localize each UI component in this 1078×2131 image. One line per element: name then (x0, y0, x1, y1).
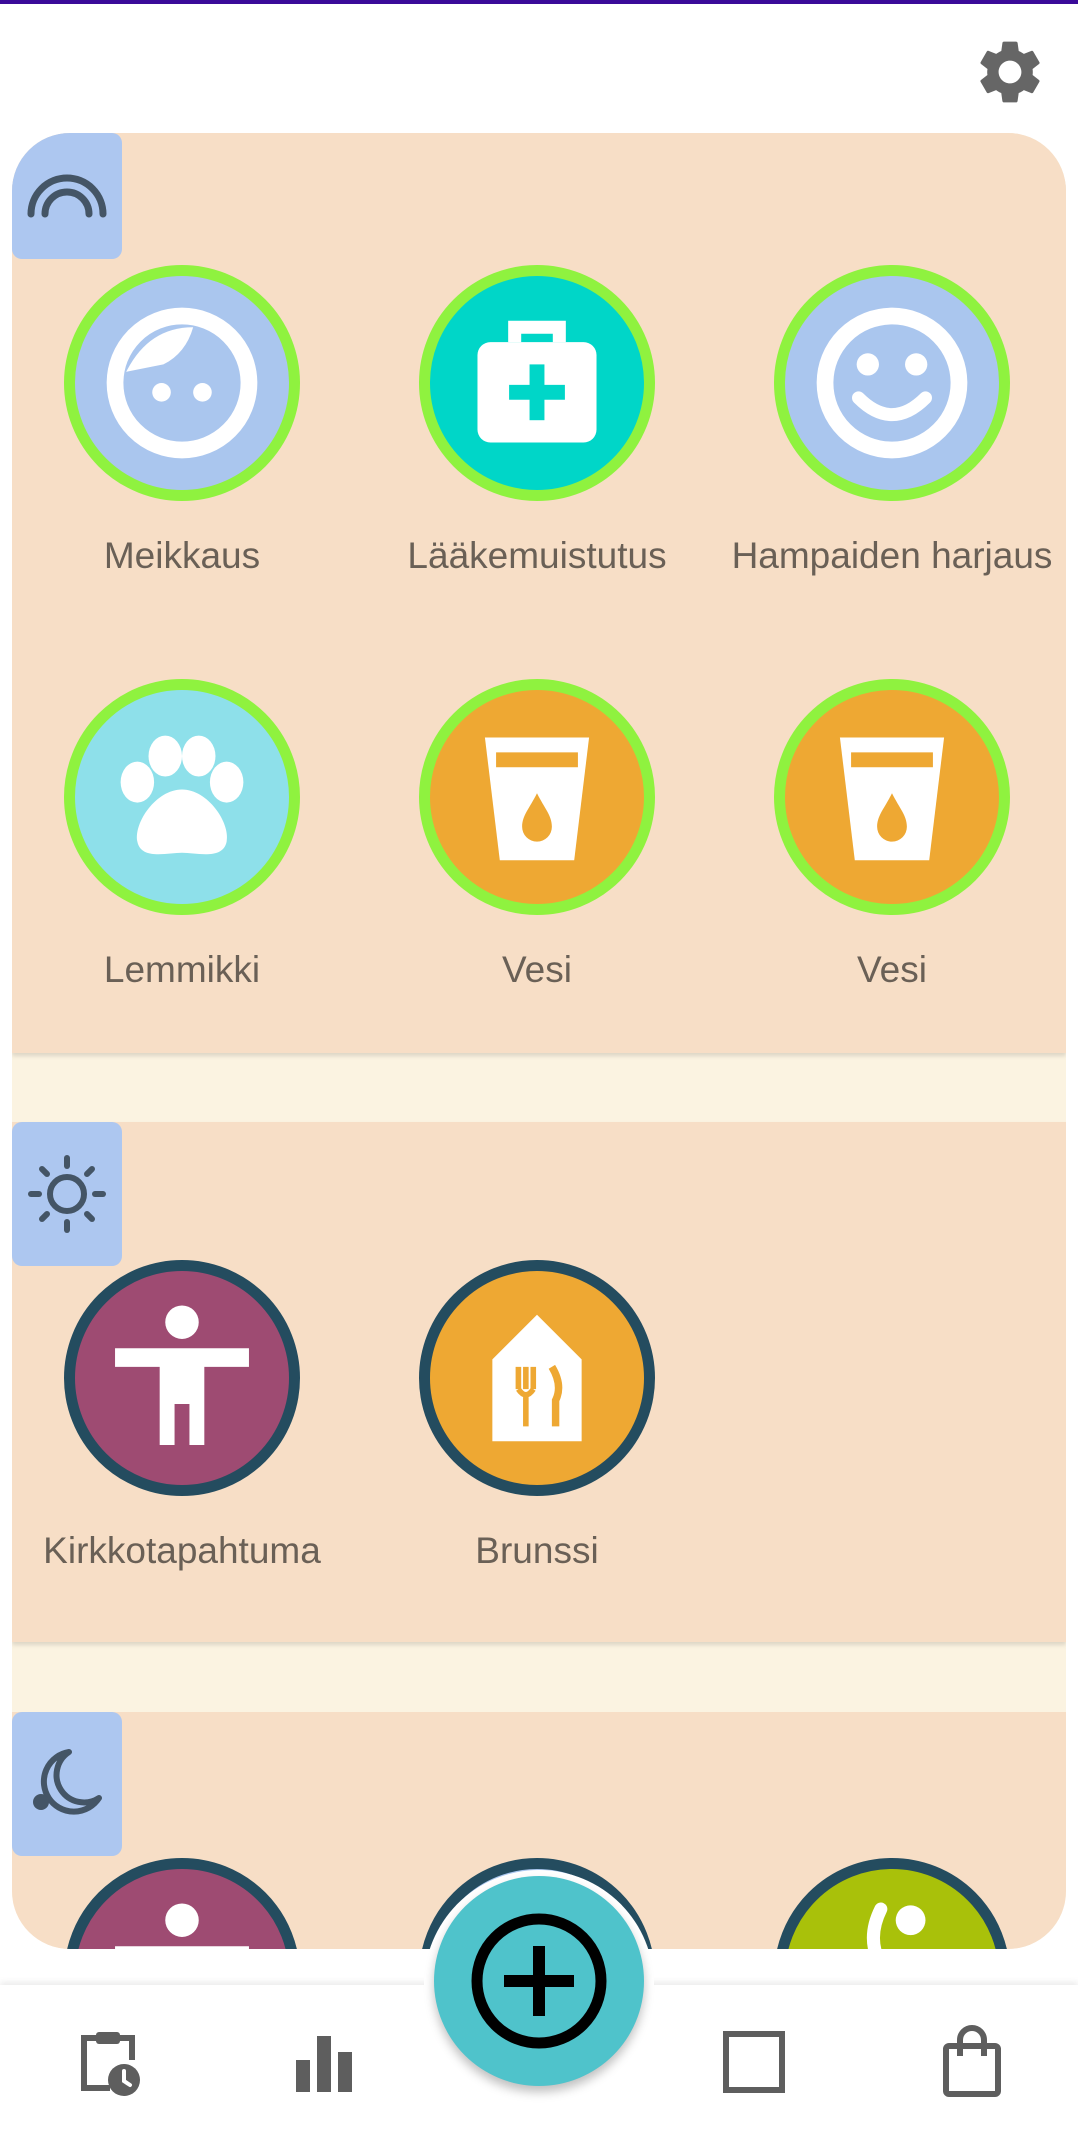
task-circle[interactable] (64, 679, 300, 915)
water-cup-icon (839, 737, 945, 861)
person-icon (115, 1305, 249, 1445)
add-icon (471, 1913, 607, 2049)
nav-square-button[interactable] (712, 2020, 796, 2104)
task-circle[interactable] (419, 679, 655, 915)
task-circle[interactable] (64, 265, 300, 501)
face-icon (106, 307, 258, 459)
moon-icon (33, 1749, 102, 1815)
task-circle[interactable] (64, 1260, 300, 1496)
bar-chart-icon (296, 2036, 352, 2092)
section-day-icon[interactable] (12, 1122, 122, 1266)
medical-bag-icon (477, 320, 597, 443)
settings-button[interactable] (972, 34, 1048, 110)
rainbow-icon (27, 174, 107, 218)
exercise-icon (866, 1902, 926, 1949)
section-morning: Meikkaus Lääkemuistutus Hampaiden harjau… (12, 133, 1066, 1053)
task-label: Brunssi (475, 1530, 599, 1571)
task-circle[interactable] (64, 1858, 300, 1949)
water-cup-icon (484, 737, 590, 861)
shopping-bag-icon (943, 2025, 1001, 2097)
section-morning-icon[interactable] (12, 133, 122, 259)
smiley-icon (816, 307, 968, 459)
task-circle[interactable] (774, 1858, 1010, 1949)
task-circle[interactable] (419, 1260, 655, 1496)
restaurant-icon (492, 1314, 582, 1442)
task-circle[interactable] (419, 265, 655, 501)
add-button[interactable] (434, 1876, 644, 2086)
square-icon (723, 2031, 785, 2093)
person-icon (115, 1903, 249, 1949)
clipboard-clock-icon (81, 2032, 140, 2096)
task-label: Vesi (857, 949, 927, 990)
nav-stats-button[interactable] (282, 2020, 366, 2104)
status-line (0, 0, 1078, 4)
gear-icon (980, 41, 1040, 103)
nav-schedule-button[interactable] (66, 2020, 150, 2104)
paw-icon (120, 735, 244, 855)
task-circle[interactable] (774, 679, 1010, 915)
nav-shopping-button[interactable] (930, 2020, 1014, 2104)
sun-icon (28, 1155, 106, 1233)
routine-board: Meikkaus Lääkemuistutus Hampaiden harjau… (12, 133, 1066, 1949)
section-day: Kirkkotapahtuma Brunssi (12, 1122, 1066, 1642)
section-evening-icon[interactable] (12, 1712, 122, 1856)
task-label: Hampaiden harjaus (731, 535, 1053, 576)
task-circle[interactable] (774, 265, 1010, 501)
